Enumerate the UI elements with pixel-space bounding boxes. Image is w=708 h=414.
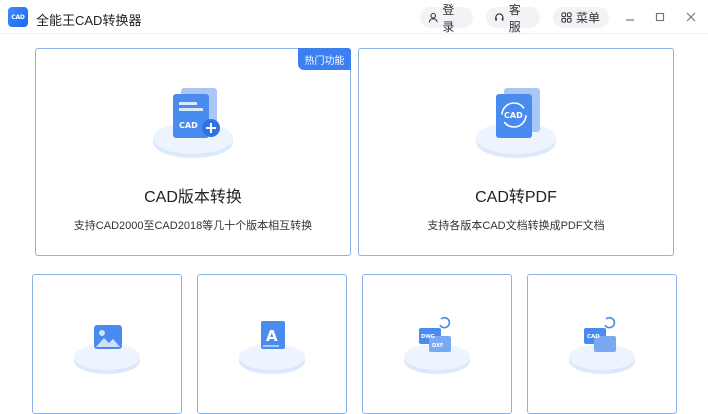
svg-text:DXF: DXF (432, 343, 443, 349)
dwg-dxf-tool-card[interactable]: DWG DXF (362, 274, 512, 414)
app-logo-text: CAD (11, 13, 25, 21)
login-button[interactable]: 登录 (420, 3, 473, 34)
cad-version-convert-card[interactable]: 热门功能 CAD CAD版本转换 支持CAD2000至CAD2018等几十个版本… (35, 48, 351, 256)
cad-convert-icon: CAD (569, 316, 635, 374)
minimize-icon (626, 19, 634, 21)
headset-icon (495, 13, 504, 21)
cad-to-pdf-card[interactable]: CAD CAD转PDF 支持各版本CAD文档转换成PDF文档 (358, 48, 674, 256)
card-description: 支持CAD2000至CAD2018等几十个版本相互转换 (73, 220, 313, 232)
svg-text:A: A (266, 327, 278, 345)
cad-convert-tool-card[interactable]: CAD (527, 274, 677, 414)
text-icon: A (239, 321, 305, 374)
svg-text:CAD: CAD (504, 111, 523, 120)
svg-text:CAD: CAD (179, 121, 198, 130)
image-icon (74, 325, 140, 374)
login-label: 登录 (442, 2, 455, 34)
menu-label: 菜单 (576, 11, 601, 25)
user-icon (428, 13, 438, 23)
card-description: 支持各版本CAD文档转换成PDF文档 (427, 220, 605, 232)
hot-feature-badge: 热门功能 (298, 48, 351, 70)
close-button[interactable] (681, 7, 701, 27)
text-tool-card[interactable]: A (197, 274, 347, 414)
card-title: CAD版本转换 (144, 189, 242, 206)
maximize-icon (655, 12, 665, 22)
svg-text:DWG: DWG (421, 334, 435, 340)
app-title: 全能王CAD转换器 (36, 13, 142, 28)
cad-to-pdf-icon: CAD (476, 88, 556, 158)
card-title: CAD转PDF (475, 189, 557, 206)
service-button[interactable]: 客服 (486, 3, 540, 34)
grid-menu-icon (561, 12, 572, 23)
cad-version-icon: CAD (153, 88, 233, 158)
menu-button[interactable]: 菜单 (553, 7, 609, 28)
image-tool-card[interactable] (32, 274, 182, 414)
title-bar: CAD 全能王CAD转换器 登录 客服 菜单 (0, 0, 708, 34)
close-icon (686, 12, 696, 22)
service-label: 客服 (508, 2, 521, 34)
maximize-button[interactable] (650, 7, 670, 27)
dwg-dxf-convert-icon: DWG DXF (404, 316, 470, 374)
app-logo-icon: CAD (8, 7, 28, 27)
svg-text:CAD: CAD (587, 334, 600, 340)
minimize-button[interactable] (620, 7, 640, 27)
